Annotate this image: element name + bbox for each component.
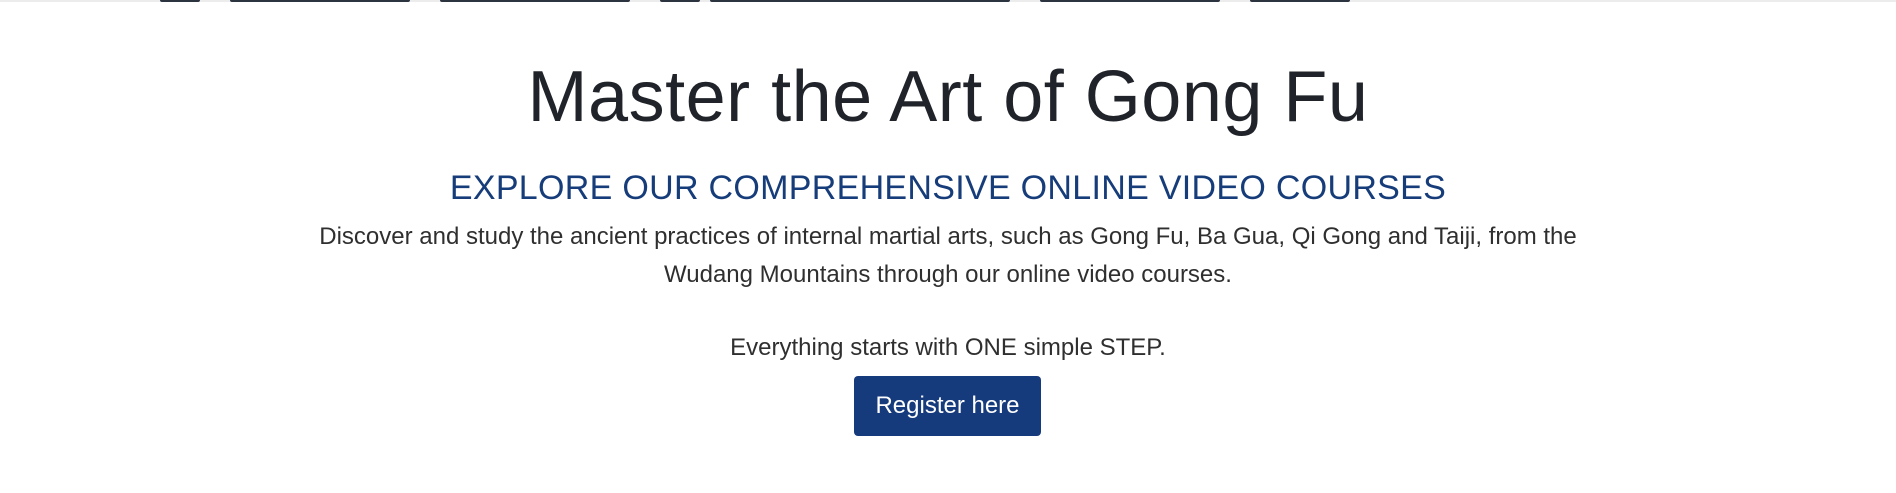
hero-section: Master the Art of Gong Fu EXPLORE OUR CO… [0,0,1896,493]
hero-subtitle: EXPLORE OUR COMPREHENSIVE ONLINE VIDEO C… [449,169,1447,207]
hero-title: Master the Art of Gong Fu [527,57,1369,137]
hero-tagline: Everything starts with ONE simple STEP. [730,334,1166,361]
hero-description: Discover and study the ancient practices… [319,223,1577,288]
register-button[interactable]: Register here [854,376,1041,436]
